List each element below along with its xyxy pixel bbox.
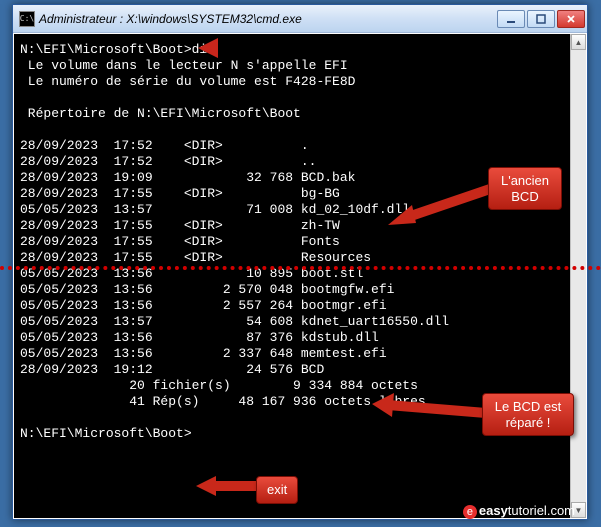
close-icon (566, 14, 576, 24)
watermark-logo-icon: e (463, 505, 477, 519)
cmd-icon: C:\ (19, 11, 35, 27)
titlebar[interactable]: C:\ Administrateur : X:\windows\SYSTEM32… (13, 5, 587, 33)
close-button[interactable] (557, 10, 585, 28)
window-title: Administrateur : X:\windows\SYSTEM32\cmd… (39, 12, 302, 26)
scrollbar[interactable]: ▲ ▼ (570, 34, 586, 518)
terminal-output[interactable]: N:\EFI\Microsoft\Boot>dir Le volume dans… (14, 34, 586, 518)
cmd-window: C:\ Administrateur : X:\windows\SYSTEM32… (12, 4, 588, 520)
window-controls (497, 10, 585, 28)
minimize-icon (506, 14, 516, 24)
minimize-button[interactable] (497, 10, 525, 28)
scroll-up-button[interactable]: ▲ (571, 34, 586, 50)
watermark: eeasytutoriel.com (463, 503, 575, 519)
maximize-icon (536, 14, 546, 24)
maximize-button[interactable] (527, 10, 555, 28)
